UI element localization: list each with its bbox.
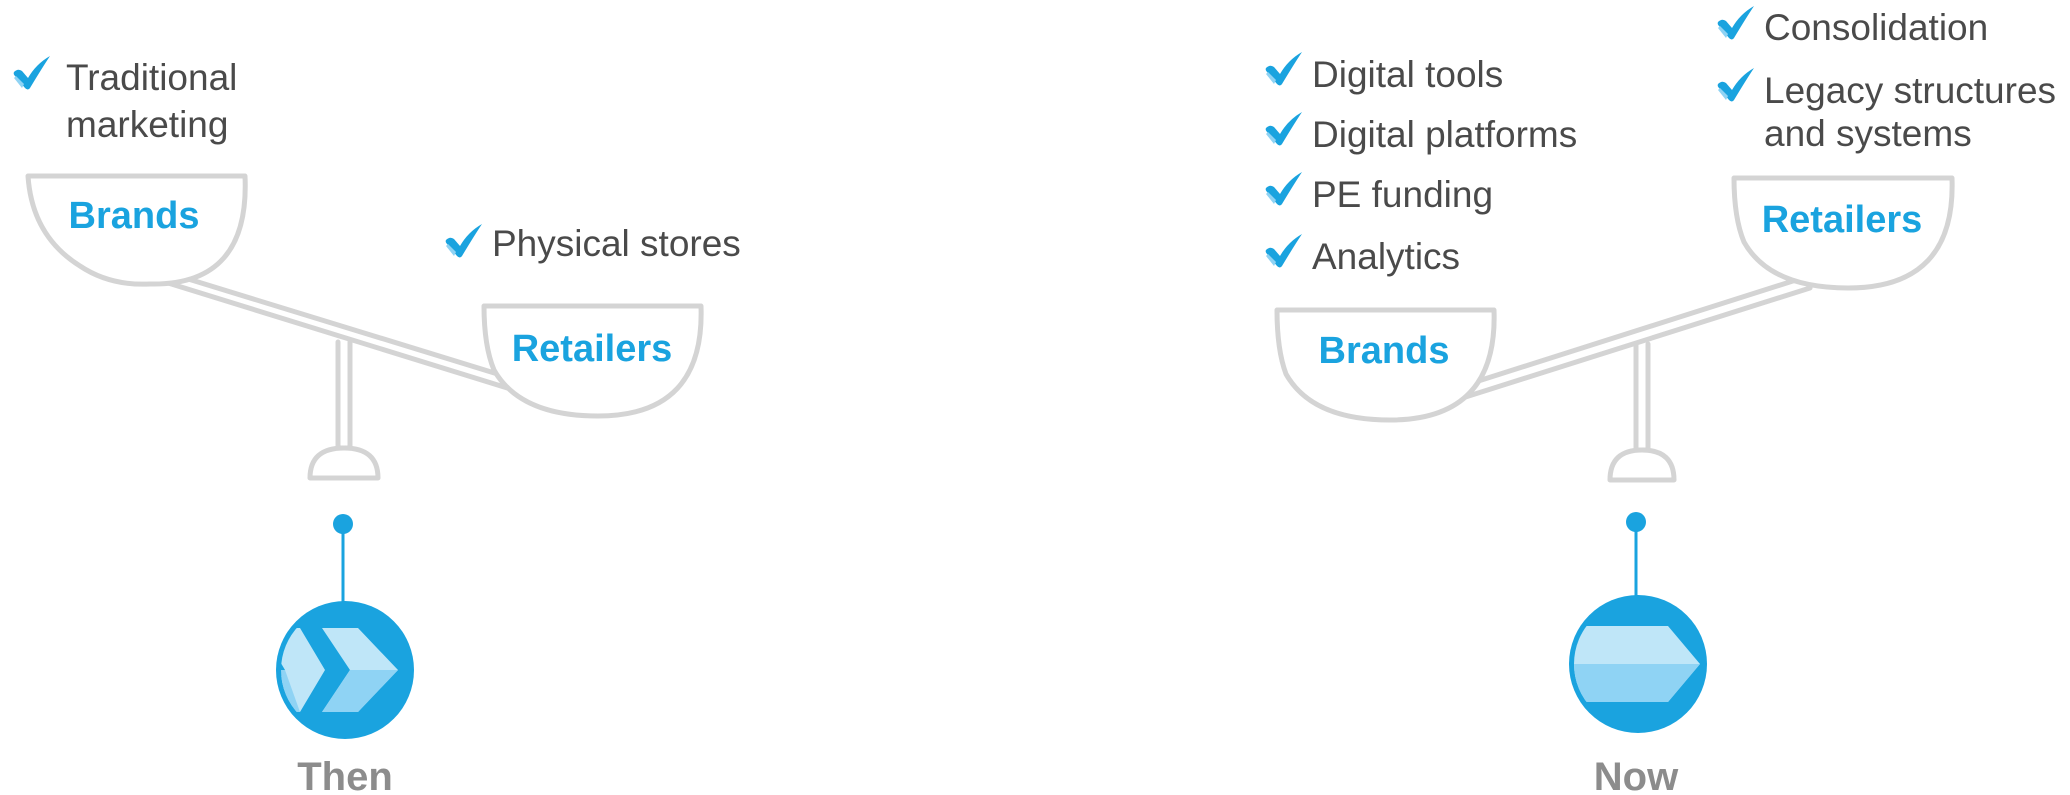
checklist-item: Digital tools [1312,54,1503,95]
retailers-pan-label: Retailers [512,328,673,370]
checklist-item-continued: and systems [1764,113,1972,154]
now-panel: Digital tools Digital platforms PE fundi… [1265,6,2056,795]
now-caption: Now [1594,755,1679,795]
brands-pan-label: Brands [69,195,200,237]
checkmark-icon [1265,112,1302,146]
balance-comparison-diagram: Traditional marketing Physical stores Br… [13,6,2056,795]
checklist-item: Consolidation [1764,7,1988,48]
checkmark-icon [1717,68,1754,102]
connector-dot [1626,512,1646,532]
checklist-item: Legacy structures [1764,70,2056,111]
then-caption: Then [297,755,393,795]
then-retailers-checklist: Physical stores [445,223,741,264]
then-brands-checklist: Traditional marketing [13,56,237,145]
now-brands-pan: Brands [1274,307,1497,423]
then-badge: Then [276,514,414,795]
then-panel: Traditional marketing Physical stores Br… [13,56,741,795]
checklist-item: PE funding [1312,174,1493,215]
checklist-item-continued: marketing [66,104,228,145]
checkmark-icon [1265,234,1302,268]
then-brands-pan: Brands [25,173,248,287]
checklist-item: Digital platforms [1312,114,1577,155]
checklist-item: Traditional [66,57,237,98]
now-scale-stand [1607,341,1677,483]
now-badge: Now [1569,512,1707,795]
checkmark-icon [1265,52,1302,86]
checklist-item: Analytics [1312,236,1460,277]
then-retailers-pan: Retailers [481,303,704,419]
double-chevron-icon [276,601,414,739]
brands-pan-label: Brands [1319,330,1450,372]
now-retailers-pan: Retailers [1731,175,1955,291]
now-scale-beam [1447,277,1813,403]
checkmark-icon [1265,172,1302,206]
now-brands-checklist: Digital tools Digital platforms PE fundi… [1265,52,1577,277]
connector-dot [333,514,353,534]
checkmark-icon [445,224,482,258]
checkmark-icon [13,56,50,90]
checkmark-icon [1717,6,1754,40]
arrow-right-icon [1569,595,1707,733]
now-retailers-checklist: Consolidation Legacy structures and syst… [1717,6,2056,154]
checklist-item: Physical stores [492,223,741,264]
then-scale-stand [307,339,381,481]
retailers-pan-label: Retailers [1762,199,1923,241]
